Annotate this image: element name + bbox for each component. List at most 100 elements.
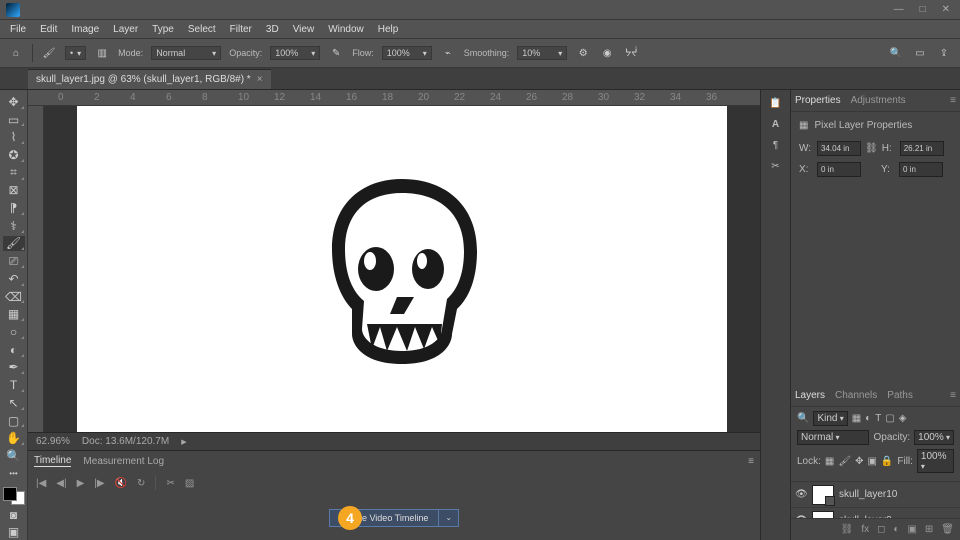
y-input[interactable] (899, 162, 943, 177)
eraser-tool[interactable]: ⌫ (3, 289, 25, 305)
panel-menu-icon[interactable]: ≡ (950, 95, 956, 106)
layer-thumbnail[interactable] (812, 485, 834, 505)
doc-size[interactable]: Doc: 13.6M/120.7M (82, 436, 169, 447)
marquee-tool[interactable]: ▭ (3, 112, 25, 128)
menu-image[interactable]: Image (65, 22, 105, 37)
quickmask-tool[interactable]: ◙ (3, 507, 25, 523)
visibility-icon[interactable]: 👁 (795, 489, 807, 500)
blur-tool[interactable]: ○ (3, 324, 25, 340)
shape-tool[interactable]: ▢ (3, 413, 25, 429)
tab-layers[interactable]: Layers (795, 390, 825, 401)
minimize-button[interactable]: — (890, 4, 908, 15)
layer-group-icon[interactable]: ▣ (907, 524, 916, 535)
menu-edit[interactable]: Edit (34, 22, 63, 37)
filter-type-icon[interactable]: T (875, 413, 881, 424)
timeline-type-dropdown[interactable]: ⌄ (439, 509, 459, 527)
panel-menu-icon[interactable]: ≡ (950, 390, 956, 401)
width-input[interactable] (817, 141, 861, 156)
gradient-tool[interactable]: ▦ (3, 306, 25, 322)
split-icon[interactable]: ✂ (166, 478, 174, 489)
layer-style-icon[interactable]: fx (861, 524, 869, 535)
dodge-tool[interactable]: ◐ (3, 342, 25, 358)
hand-tool[interactable]: ✋ (3, 430, 25, 446)
eyedropper-tool[interactable]: ⁋ (3, 200, 25, 216)
airbrush-icon[interactable]: ⌁ (440, 45, 456, 61)
tab-paths[interactable]: Paths (887, 390, 913, 401)
first-frame-icon[interactable]: |◀ (36, 478, 46, 489)
menu-view[interactable]: View (287, 22, 321, 37)
panel-menu-icon[interactable]: ≡ (748, 456, 754, 467)
quick-select-tool[interactable]: ✪ (3, 147, 25, 163)
search-icon[interactable]: 🔍 (888, 45, 904, 61)
zoom-level[interactable]: 62.96% (36, 436, 70, 447)
path-select-tool[interactable]: ↖ (3, 395, 25, 411)
layer-filter-kind[interactable]: Kind ▾ (813, 411, 847, 426)
tab-adjustments[interactable]: Adjustments (851, 95, 906, 106)
lock-artboard-icon[interactable]: ▣ (867, 456, 876, 467)
pressure-opacity-icon[interactable]: ✎ (328, 45, 344, 61)
opacity-dropdown[interactable]: 100% (270, 46, 320, 60)
tab-properties[interactable]: Properties (795, 95, 841, 106)
lasso-tool[interactable]: ⌇ (3, 129, 25, 145)
filter-shape-icon[interactable]: ▢ (885, 413, 894, 424)
maximize-button[interactable]: □ (916, 4, 930, 15)
audio-icon[interactable]: 🔇 (115, 478, 127, 489)
filter-smart-icon[interactable]: ◈ (899, 413, 907, 424)
home-icon[interactable]: ⌂ (8, 45, 24, 61)
lock-all-icon[interactable]: 🔒 (881, 456, 893, 467)
adjustment-layer-icon[interactable]: ◐ (893, 524, 899, 535)
history-brush-tool[interactable]: ↶ (3, 271, 25, 287)
menu-file[interactable]: File (4, 22, 32, 37)
tab-timeline[interactable]: Timeline (34, 455, 71, 467)
menu-type[interactable]: Type (146, 22, 180, 37)
link-layers-icon[interactable]: ⛓ (841, 524, 854, 535)
delete-layer-icon[interactable]: 🗑 (941, 524, 954, 535)
flow-dropdown[interactable]: 100% (382, 46, 432, 60)
brush-tool[interactable]: 🖌 (3, 236, 25, 252)
play-icon[interactable]: ▶ (77, 478, 85, 489)
pressure-size-icon[interactable]: ◉ (599, 45, 615, 61)
layer-row[interactable]: 👁skull_layer10 (791, 482, 960, 508)
type-tool[interactable]: T (3, 377, 25, 393)
pen-tool[interactable]: ✒ (3, 360, 25, 376)
menu-layer[interactable]: Layer (107, 22, 144, 37)
menu-select[interactable]: Select (182, 22, 222, 37)
color-swatches[interactable] (3, 487, 25, 504)
history-icon[interactable]: 📋 (769, 98, 781, 109)
filter-adjust-icon[interactable]: ◐ (865, 413, 871, 424)
layer-mask-icon[interactable]: ◻ (877, 524, 885, 535)
close-tab-icon[interactable]: × (257, 74, 263, 85)
character-icon[interactable]: A (772, 119, 779, 130)
transition-icon[interactable]: ▨ (185, 478, 194, 489)
symmetry-icon[interactable]: ᔭᔫ (623, 45, 639, 61)
crop-tool[interactable]: ⌗ (3, 165, 25, 181)
healing-tool[interactable]: ⚕ (3, 218, 25, 234)
frame-tool[interactable]: ⊠ (3, 183, 25, 199)
lock-pixels-icon[interactable]: 🖌 (838, 456, 851, 467)
brush-size-dropdown[interactable]: • (65, 46, 86, 60)
layer-fill[interactable]: 100% ▾ (917, 449, 954, 473)
lock-position-icon[interactable]: ✥ (855, 456, 863, 467)
x-input[interactable] (817, 162, 861, 177)
close-button[interactable]: ✕ (938, 4, 954, 15)
blend-mode-dropdown[interactable]: Normal (151, 46, 221, 60)
layer-opacity[interactable]: 100% ▾ (914, 430, 954, 445)
canvas[interactable] (77, 106, 727, 432)
prev-frame-icon[interactable]: ◀| (56, 478, 66, 489)
document-tab[interactable]: skull_layer1.jpg @ 63% (skull_layer1, RG… (28, 69, 271, 89)
layer-thumbnail[interactable] (812, 511, 834, 519)
paragraph-icon[interactable]: ¶ (773, 140, 778, 151)
stamp-tool[interactable]: ⎚ (3, 253, 25, 269)
layer-row[interactable]: 👁skull_layer9 (791, 508, 960, 518)
screenmode-tool[interactable]: ▣ (3, 524, 25, 540)
menu-3d[interactable]: 3D (260, 22, 285, 37)
menu-help[interactable]: Help (372, 22, 405, 37)
next-frame-icon[interactable]: |▶ (94, 478, 104, 489)
loop-icon[interactable]: ↻ (137, 478, 145, 489)
tab-channels[interactable]: Channels (835, 390, 877, 401)
menu-window[interactable]: Window (322, 22, 370, 37)
lock-transparency-icon[interactable]: ▦ (825, 456, 834, 467)
move-tool[interactable]: ✥ (3, 94, 25, 110)
height-input[interactable] (900, 141, 944, 156)
menu-filter[interactable]: Filter (224, 22, 258, 37)
